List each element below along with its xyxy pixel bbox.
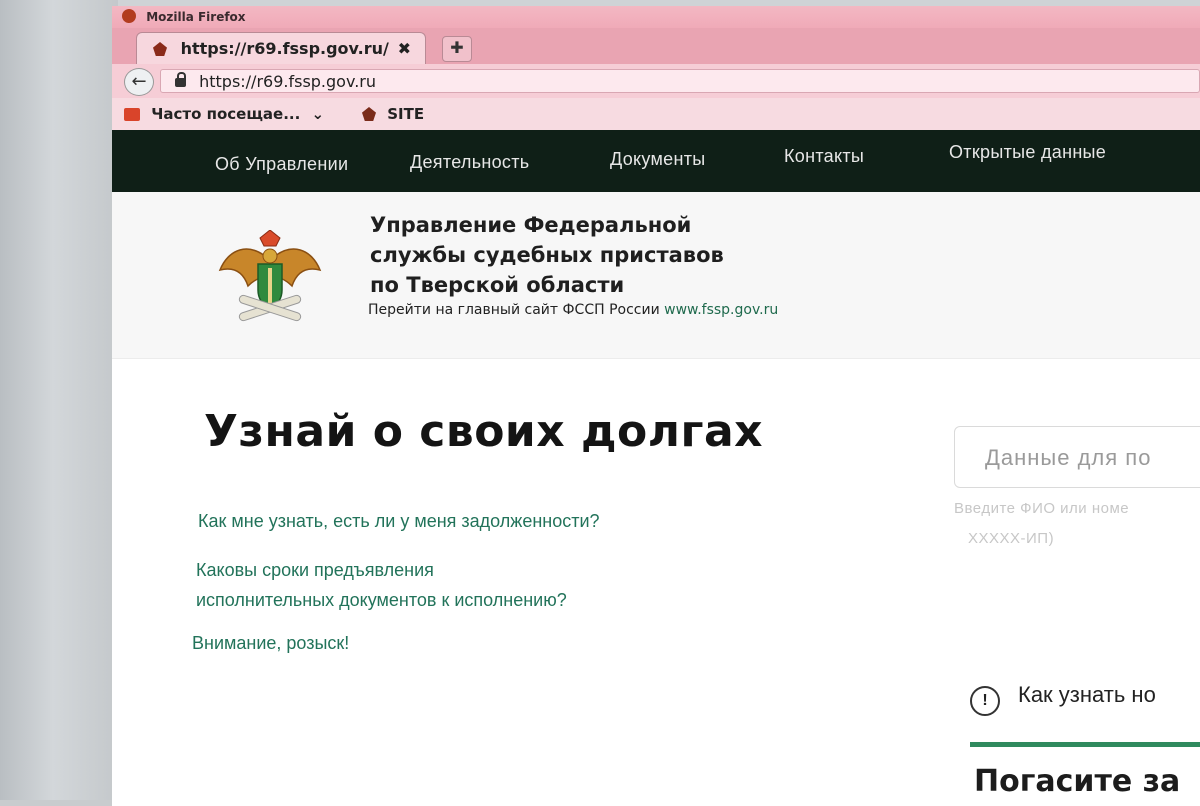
nav-item-contacts[interactable]: Контакты	[784, 146, 864, 167]
bookmark-most-visited[interactable]: Часто посещае... ⌄	[124, 98, 324, 130]
main-site-link-prefix: Перейти на главный сайт ФССП России	[368, 302, 660, 318]
bookmarks-toolbar: Часто посещае... ⌄ SITE	[112, 98, 1200, 130]
organization-name: Управление Федеральной службы судебных п…	[370, 210, 724, 300]
bookmark-label: Часто посещае...	[151, 105, 301, 123]
debtor-search-input[interactable]: Данные для по	[954, 426, 1200, 488]
how-to-label: Как узнать но	[1018, 682, 1156, 707]
faq-link-line: исполнительных документов к исполнению?	[196, 590, 567, 610]
tab-fssp[interactable]: https://r69.fssp.gov.ru/ ✖	[136, 32, 426, 64]
firefox-logo-icon	[122, 9, 136, 23]
site-header: Управление Федеральной службы судебных п…	[112, 192, 1200, 359]
fssp-favicon-icon	[153, 42, 167, 56]
address-bar[interactable]: https://r69.fssp.gov.ru	[160, 69, 1200, 93]
navigation-toolbar: ← https://r69.fssp.gov.ru	[112, 64, 1200, 98]
search-hint-line: Введите ФИО или номе	[954, 500, 1130, 517]
fssp-emblem-icon[interactable]	[218, 230, 322, 326]
monitor-bezel-left	[0, 0, 118, 800]
folder-icon	[124, 108, 140, 121]
browser-screen: Mozilla Firefox https://r69.fssp.gov.ru/…	[112, 6, 1200, 806]
search-hint: Введите ФИО или номе ХХХХХ-ИП)	[954, 494, 1129, 554]
faq-link-line: Каковы сроки предъявления	[196, 560, 434, 580]
faq-link-debts[interactable]: Как мне узнать, есть ли у меня задолженн…	[198, 506, 600, 536]
window-title: Mozilla Firefox	[146, 10, 246, 24]
exclamation-circle-icon: !	[970, 686, 1000, 716]
bookmark-site[interactable]: SITE	[362, 98, 424, 130]
main-site-link[interactable]: www.fssp.gov.ru	[664, 302, 778, 318]
main-site-link-line: Перейти на главный сайт ФССП России www.…	[368, 302, 778, 318]
org-name-line: службы судебных приставов	[370, 243, 724, 267]
bookmark-label: SITE	[387, 105, 425, 123]
search-hint-line: ХХХХХ-ИП)	[968, 530, 1055, 547]
pay-debts-heading: Погасите за	[974, 764, 1181, 799]
accent-divider	[970, 742, 1200, 747]
site-favicon-icon	[362, 107, 376, 121]
chevron-down-icon: ⌄	[311, 105, 325, 123]
tab-title: https://r69.fssp.gov.ru/	[180, 39, 389, 58]
back-button[interactable]: ←	[124, 68, 154, 96]
faq-link-deadlines[interactable]: Каковы сроки предъявления исполнительных…	[196, 555, 567, 615]
lock-icon	[175, 72, 186, 87]
how-to-link[interactable]: ! Как узнать но	[970, 682, 1156, 716]
site-navigation: Об Управлении Деятельность Документы Кон…	[112, 130, 1200, 192]
tab-strip: https://r69.fssp.gov.ru/ ✖ ✚	[112, 28, 1200, 64]
page-title: Узнай о своих долгах	[204, 406, 764, 457]
nav-item-documents[interactable]: Документы	[610, 149, 706, 170]
address-bar-url: https://r69.fssp.gov.ru	[199, 72, 376, 91]
nav-item-open-data[interactable]: Открытые данные	[949, 142, 1106, 163]
faq-link-wanted[interactable]: Внимание, розыск!	[192, 628, 349, 658]
org-name-line: Управление Федеральной	[370, 213, 692, 237]
new-tab-button[interactable]: ✚	[442, 36, 472, 62]
tab-close-icon[interactable]: ✖	[398, 33, 411, 65]
nav-item-about[interactable]: Об Управлении	[215, 154, 348, 175]
window-titlebar: Mozilla Firefox	[112, 6, 1200, 28]
nav-item-activity[interactable]: Деятельность	[410, 152, 529, 173]
org-name-line: по Тверской области	[370, 273, 625, 297]
